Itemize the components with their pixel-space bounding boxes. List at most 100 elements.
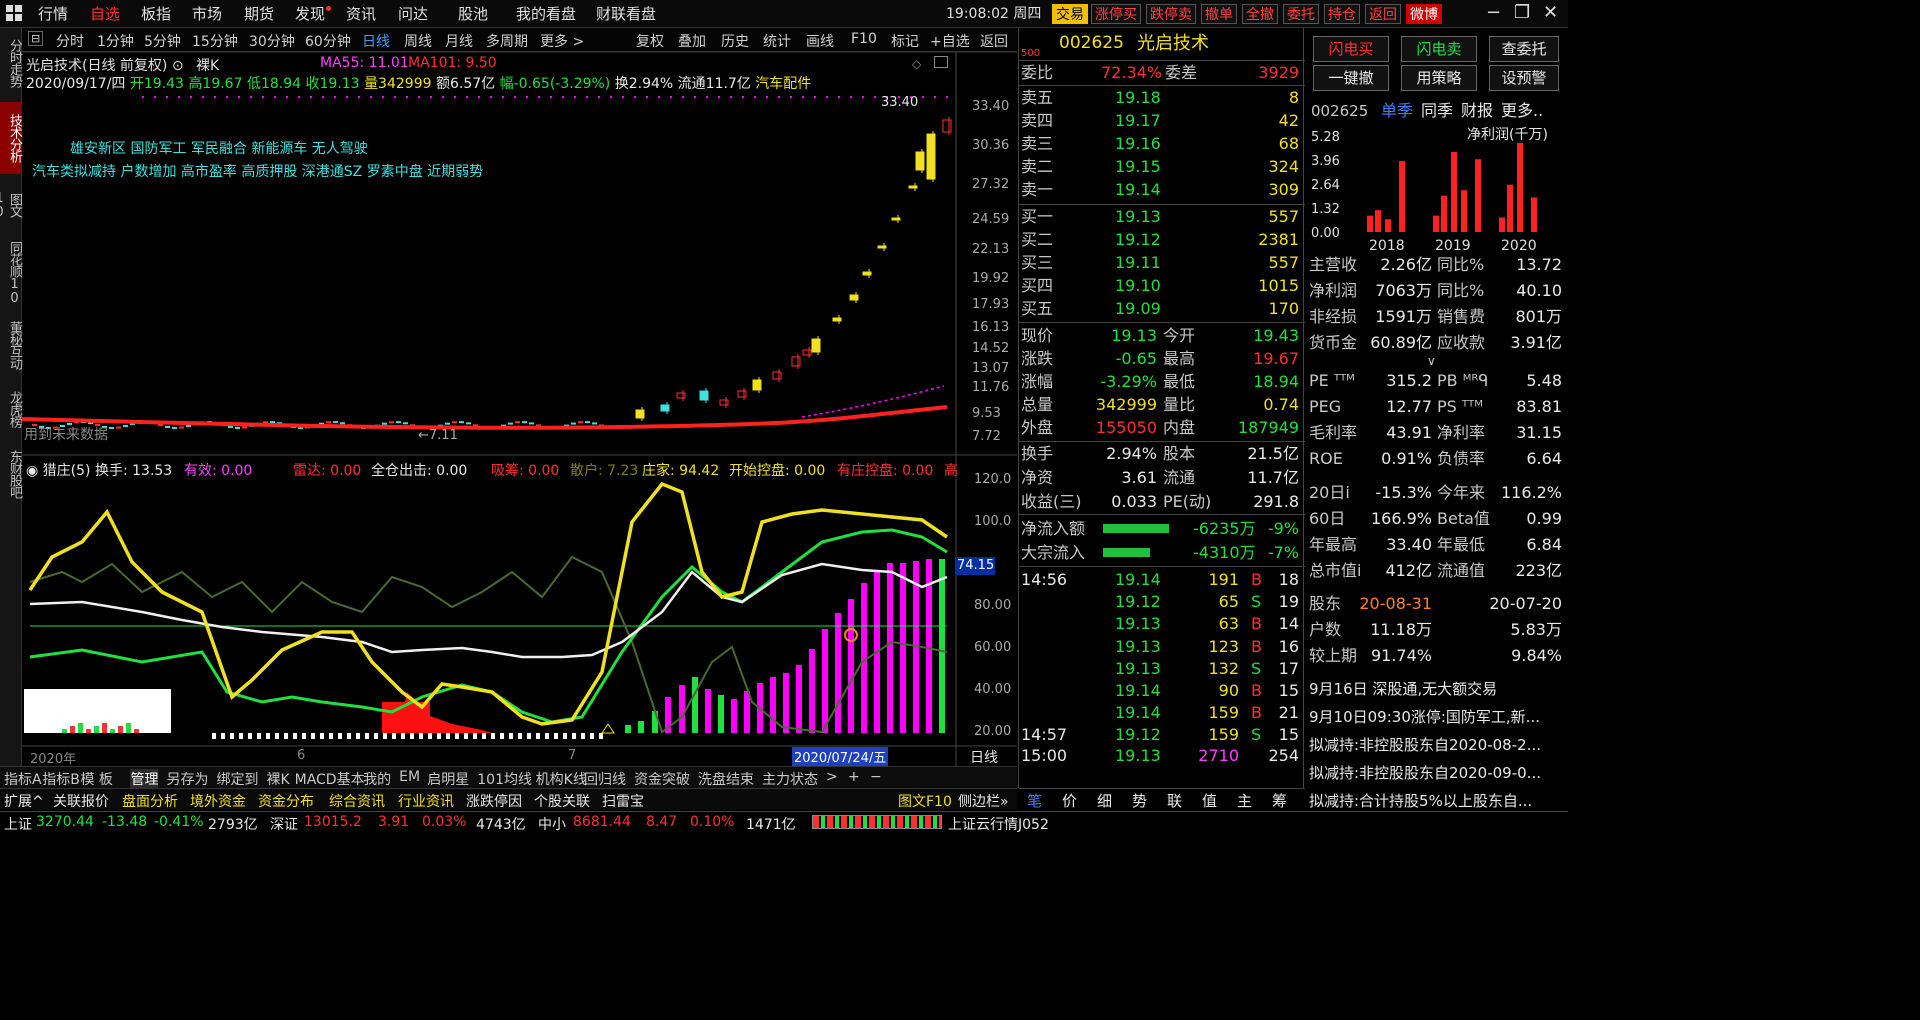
indicator-tab[interactable]: 另存为 [166, 769, 208, 789]
fin-tab-single[interactable]: 单季 [1381, 100, 1413, 122]
news-item[interactable]: 9月16日 深股通,无大额交易 [1309, 678, 1497, 700]
limit-up-buy-button[interactable]: 涨停买 [1091, 4, 1141, 24]
fin-tab-report[interactable]: 财报 [1461, 100, 1493, 122]
sh-label[interactable]: 上证 [4, 814, 32, 834]
indicator-name[interactable]: 猎庄(5) [43, 463, 91, 479]
limit-down-sell-button[interactable]: 跌停卖 [1146, 4, 1196, 24]
ask-price[interactable]: 19.14 [1115, 178, 1161, 201]
sz-label[interactable]: 深证 [270, 814, 298, 834]
period-30min[interactable]: 30分钟 [249, 31, 295, 51]
detail-tab[interactable]: 值 [1202, 790, 1217, 813]
check-entrust-button[interactable]: 查委托 [1489, 36, 1559, 62]
period-multi[interactable]: 多周期 [486, 31, 528, 51]
entrust-button[interactable]: 委托 [1283, 4, 1319, 24]
tool-add-watch[interactable]: +自选 [930, 31, 970, 51]
indicator-tab[interactable]: 101均线 [477, 769, 532, 789]
tool-link[interactable]: 个股关联 [534, 791, 590, 811]
indicator-tab[interactable]: 机构K线 [536, 769, 587, 789]
tab-secretary[interactable]: 董秘互动 [0, 314, 22, 376]
detail-tab[interactable]: 联 [1167, 790, 1182, 813]
ask-price[interactable]: 19.16 [1115, 132, 1161, 155]
nav-zixun[interactable]: 资讯 [346, 0, 376, 28]
indicator-tab[interactable]: EM [399, 769, 420, 785]
indicator-tab[interactable]: 模 板 [80, 769, 112, 789]
indicator-tab[interactable]: 回归线 [584, 769, 626, 789]
close-icon[interactable]: ✕ [1543, 2, 1558, 23]
fin-tab-more[interactable]: 更多.. [1501, 100, 1543, 122]
nav-faxian[interactable]: 发现 [295, 0, 325, 28]
zx-label[interactable]: 中小 [538, 814, 566, 834]
tool-link[interactable]: 侧边栏» [958, 791, 1009, 811]
tab-guba[interactable]: 东财股吧 [0, 442, 22, 506]
flash-buy-button[interactable]: 闪电买 [1313, 36, 1389, 62]
detail-tab[interactable]: 细 [1097, 790, 1112, 813]
tool-history[interactable]: 历史 [721, 31, 749, 51]
bid-price[interactable]: 19.13 [1115, 205, 1161, 228]
tool-overlay[interactable]: 叠加 [678, 31, 706, 51]
period-5min[interactable]: 5分钟 [144, 31, 181, 51]
tab-dragon-tiger[interactable]: 龙虎榜 [0, 384, 22, 434]
cancel-all-button[interactable]: 全撤 [1242, 4, 1278, 24]
detail-tab[interactable]: 笔 [1027, 790, 1042, 813]
indicator-tab[interactable]: 指标A [4, 769, 42, 789]
news-item[interactable]: 9月10日09:30涨停:国防军工,新... [1309, 706, 1540, 728]
tool-link[interactable]: 行业资讯 [398, 791, 454, 811]
bid-price[interactable]: 19.09 [1115, 297, 1161, 320]
flash-sell-button[interactable]: 闪电卖 [1401, 36, 1477, 62]
set-alert-button[interactable]: 设预警 [1489, 65, 1559, 91]
bid-price[interactable]: 19.12 [1115, 228, 1161, 251]
grid-menu-icon[interactable] [6, 5, 22, 21]
detail-tab[interactable]: 主 [1237, 790, 1252, 813]
nav-my-watch[interactable]: 我的看盘 [516, 0, 576, 28]
nav-bangzhi[interactable]: 板指 [141, 0, 171, 28]
weibo-button[interactable]: 微博 [1406, 4, 1442, 24]
indicator-tab[interactable]: 管理 [130, 769, 159, 789]
use-strategy-button[interactable]: 用策略 [1401, 65, 1477, 91]
detail-tab[interactable]: 筹 [1272, 790, 1287, 813]
indicator-tab[interactable]: 资金突破 [634, 769, 690, 789]
tool-link[interactable]: 涨跌停因 [466, 791, 522, 811]
indicator-tab[interactable]: 裸K [266, 769, 289, 789]
tool-return[interactable]: 返回 [980, 31, 1008, 51]
period-monthly[interactable]: 月线 [445, 31, 473, 51]
tool-link[interactable]: 图文F10 [898, 791, 952, 811]
period-weekly[interactable]: 周线 [404, 31, 432, 51]
ask-price[interactable]: 19.15 [1115, 155, 1161, 178]
nav-zixuan[interactable]: 自选 [90, 0, 120, 28]
detail-tab[interactable]: 价 [1062, 790, 1077, 813]
indicator-tab[interactable]: 绑定到 [216, 769, 258, 789]
nav-guchi[interactable]: 股池 [458, 0, 488, 28]
news-item[interactable]: 拟减持:合计持股5%以上股东自... [1309, 790, 1532, 812]
cancel-order-button[interactable]: 撤单 [1201, 4, 1237, 24]
indicator-tab[interactable]: 我的 [363, 769, 391, 789]
indicator-tab[interactable]: 洗盘结束 [698, 769, 754, 789]
panel-toggle-icon[interactable]: ⊟ [28, 31, 44, 46]
ask-price[interactable]: 19.17 [1115, 109, 1161, 132]
period-1min[interactable]: 1分钟 [97, 31, 134, 51]
maximize-icon[interactable]: ❐ [1514, 2, 1530, 23]
indicator-tab[interactable]: > [826, 769, 838, 785]
tool-link[interactable]: 资金分布 [258, 791, 314, 811]
indicator-tab[interactable]: 主力状态 [762, 769, 818, 789]
tool-stats[interactable]: 统计 [763, 31, 791, 51]
tab-intraday[interactable]: 分时走势 [0, 32, 22, 94]
ask-price[interactable]: 19.18 [1115, 86, 1161, 109]
minimize-icon[interactable]: − [1486, 2, 1501, 23]
tool-link[interactable]: 关联报价 [53, 791, 109, 811]
tab-graphic[interactable]: 图文10 [0, 180, 22, 230]
indicator-tab[interactable]: + [848, 769, 860, 785]
trade-button[interactable]: 交易 [1052, 4, 1088, 24]
position-button[interactable]: 持仓 [1324, 4, 1360, 24]
tool-link[interactable]: 扩展^ [4, 791, 44, 811]
indicator-tab[interactable]: 指标B [42, 769, 80, 789]
news-item[interactable]: 拟减持:非控股股东自2020-09-0... [1309, 762, 1541, 784]
tab-technical[interactable]: 技术分析 [0, 102, 22, 174]
nav-cailian[interactable]: 财联看盘 [596, 0, 656, 28]
period-60min[interactable]: 60分钟 [305, 31, 351, 51]
detail-tab[interactable]: 势 [1132, 790, 1147, 813]
bid-price[interactable]: 19.11 [1115, 251, 1161, 274]
tool-link[interactable]: 综合资讯 [329, 791, 385, 811]
tool-f10[interactable]: F10 [851, 31, 877, 47]
tool-link[interactable]: 盘面分析 [122, 791, 178, 811]
period-more[interactable]: 更多 > [540, 31, 584, 51]
